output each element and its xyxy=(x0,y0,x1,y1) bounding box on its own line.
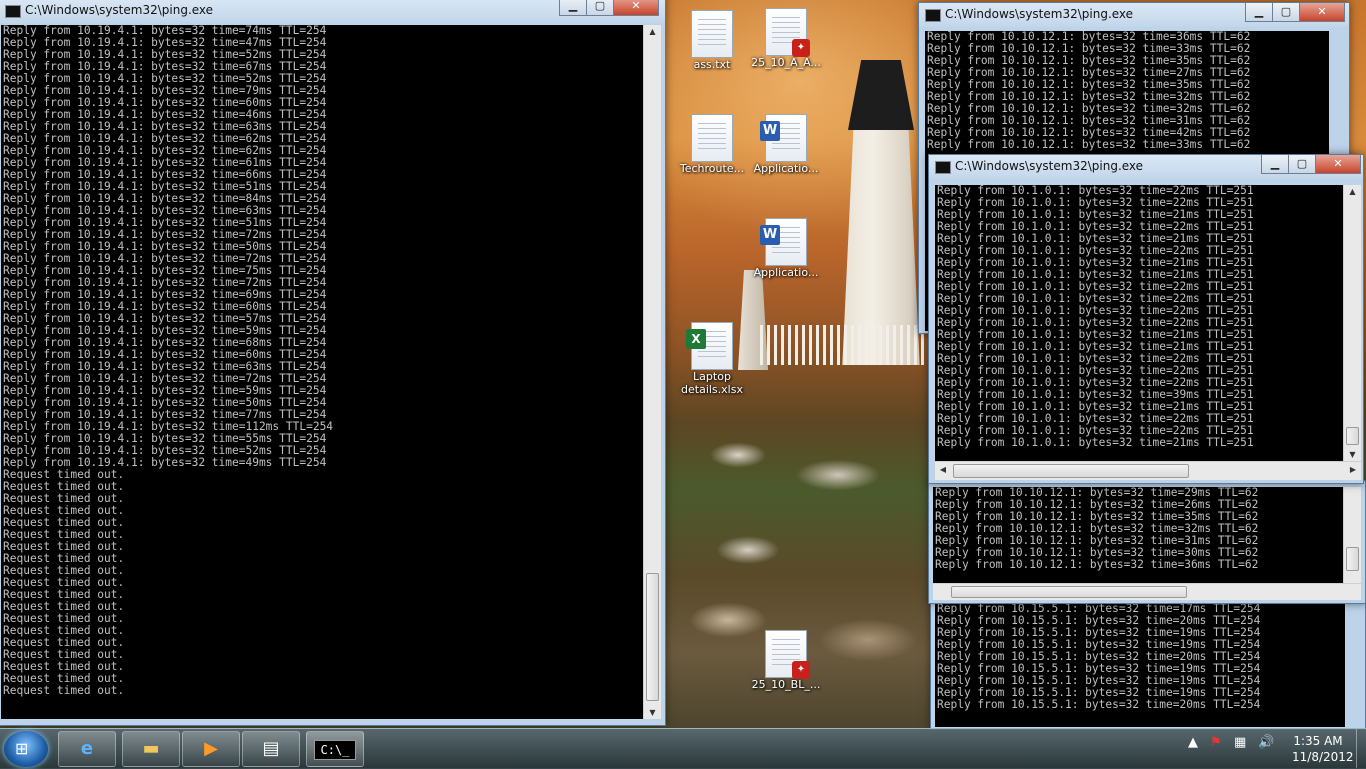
excel-file-icon: X xyxy=(686,322,733,370)
media-player-icon: ▶ xyxy=(204,738,218,759)
clock-date: 11/8/2012 xyxy=(1292,750,1354,764)
minimize-button[interactable]: ▁ xyxy=(1245,3,1273,22)
console-output: Reply from 10.19.4.1: bytes=32 time=74ms… xyxy=(1,25,643,719)
internet-explorer-icon: e xyxy=(80,738,94,759)
desktop-icon-ass-txt[interactable]: ass.txt xyxy=(674,10,750,71)
horizontal-scrollbar[interactable]: ◀ ▶ xyxy=(935,461,1361,480)
close-button[interactable]: ✕ xyxy=(1315,155,1361,174)
maximize-button[interactable]: ▢ xyxy=(586,0,614,16)
scroll-right-arrow-icon[interactable]: ▶ xyxy=(1347,465,1359,474)
title-bar[interactable]: C:\Windows\system32\ping.exe ▁ ▢ ✕ xyxy=(919,3,1349,27)
icon-label: ass.txt xyxy=(693,58,731,71)
ping-window-bottom[interactable]: Reply from 10.15.5.1: bytes=32 time=17ms… xyxy=(930,600,1366,730)
scroll-up-arrow-icon[interactable]: ▲ xyxy=(1344,187,1361,196)
ping-window-middle[interactable]: Reply from 10.10.12.1: bytes=32 time=29m… xyxy=(928,480,1366,604)
desktop-icon-techroute[interactable]: Techroute... xyxy=(674,114,750,175)
window-title: C:\Windows\system32\ping.exe xyxy=(945,7,1134,21)
maximize-button[interactable]: ▢ xyxy=(1288,155,1316,174)
wallpaper-lighthouse-lantern xyxy=(848,60,914,130)
network-icon[interactable]: ▦ xyxy=(1234,735,1246,750)
icon-label: 25_10_BL_... xyxy=(751,678,821,691)
console-text: Reply from 10.10.12.1: bytes=32 time=36m… xyxy=(927,31,1251,151)
console-text: Reply from 10.15.5.1: bytes=32 time=17ms… xyxy=(937,603,1261,711)
taskbar-document-viewer[interactable]: ▤ xyxy=(242,731,300,767)
taskbar-internet-explorer[interactable]: e xyxy=(58,731,116,767)
vertical-scrollbar[interactable]: ▲ ▼ xyxy=(1343,185,1361,461)
taskbar-command-prompt[interactable]: C:\_ xyxy=(306,731,364,767)
minimize-button[interactable]: ▁ xyxy=(559,0,587,16)
window-title: C:\Windows\system32\ping.exe xyxy=(25,3,214,17)
text-file-icon xyxy=(691,10,733,58)
vertical-scrollbar[interactable] xyxy=(1343,487,1361,583)
vertical-scrollbar[interactable]: ▲ ▼ xyxy=(643,25,661,719)
windows-logo-icon: ⊞ xyxy=(15,739,29,758)
document-viewer-icon: ▤ xyxy=(262,738,280,759)
title-bar[interactable]: C:\Windows\system32\ping.exe ▁ ▢ ✕ xyxy=(0,0,665,23)
scroll-up-arrow-icon[interactable]: ▲ xyxy=(644,27,661,36)
console-output: Reply from 10.1.0.1: bytes=32 time=22ms … xyxy=(935,185,1343,461)
scroll-down-arrow-icon[interactable]: ▼ xyxy=(1344,450,1361,459)
close-button[interactable]: ✕ xyxy=(613,0,659,16)
console-icon xyxy=(935,161,951,174)
console-text: Reply from 10.19.4.1: bytes=32 time=74ms… xyxy=(3,25,334,697)
show-hidden-icons-icon[interactable]: ▲ xyxy=(1188,735,1198,750)
scrollbar-thumb[interactable] xyxy=(1346,427,1359,445)
scrollbar-thumb[interactable] xyxy=(646,573,659,701)
icon-label: 25_10_A_A... xyxy=(751,56,821,69)
taskbar-media-player[interactable]: ▶ xyxy=(182,731,240,767)
console-icon xyxy=(925,9,941,22)
word-document-icon: W xyxy=(760,114,807,162)
command-prompt-icon: C:\_ xyxy=(313,740,357,760)
clock-time: 1:35 AM xyxy=(1293,734,1343,748)
show-desktop-button[interactable] xyxy=(1356,729,1366,768)
scrollbar-thumb[interactable] xyxy=(1346,547,1359,571)
maximize-button[interactable]: ▢ xyxy=(1272,3,1300,22)
console-icon xyxy=(5,5,21,18)
folder-icon: ▬ xyxy=(142,738,160,759)
title-bar[interactable]: C:\Windows\system32\ping.exe ▁ ▢ ✕ xyxy=(929,155,1363,179)
scroll-down-arrow-icon[interactable]: ▼ xyxy=(644,708,661,717)
console-text: Reply from 10.10.12.1: bytes=32 time=29m… xyxy=(935,487,1259,571)
pdf-file-icon: ✦ xyxy=(765,8,810,57)
text-file-icon xyxy=(691,114,733,162)
desktop-icon-pdf-25-10-a[interactable]: ✦ 25_10_A_A... xyxy=(748,8,824,69)
horizontal-scrollbar[interactable] xyxy=(933,583,1361,600)
system-clock[interactable]: 1:35 AM 11/8/2012 xyxy=(1292,733,1354,765)
ping-window-main[interactable]: C:\Windows\system32\ping.exe ▁ ▢ ✕ Reply… xyxy=(0,0,666,726)
pdf-file-icon: ✦ xyxy=(765,630,810,679)
console-output: Reply from 10.15.5.1: bytes=32 time=17ms… xyxy=(935,603,1345,727)
desktop-icon-application-2[interactable]: W Applicatio... xyxy=(748,218,824,279)
window-title: C:\Windows\system32\ping.exe xyxy=(955,159,1144,173)
ping-window-front[interactable]: C:\Windows\system32\ping.exe ▁ ▢ ✕ Reply… xyxy=(928,154,1364,484)
action-center-flag-icon[interactable]: ⚑ xyxy=(1210,735,1222,750)
desktop-icon-pdf-25-10-bl[interactable]: ✦ 25_10_BL_... xyxy=(748,630,824,691)
scrollbar-thumb[interactable] xyxy=(951,586,1187,598)
word-document-icon: W xyxy=(760,218,807,266)
console-output: Reply from 10.10.12.1: bytes=32 time=29m… xyxy=(933,487,1343,583)
start-button[interactable]: ⊞ xyxy=(4,731,48,767)
taskbar-windows-explorer[interactable]: ▬ xyxy=(122,731,180,767)
desktop-icon-laptop-details[interactable]: X Laptop details.xlsx xyxy=(674,322,750,396)
minimize-button[interactable]: ▁ xyxy=(1261,155,1289,174)
console-text: Reply from 10.1.0.1: bytes=32 time=22ms … xyxy=(937,185,1254,449)
desktop-icon-application-1[interactable]: W Applicatio... xyxy=(748,114,824,175)
scroll-left-arrow-icon[interactable]: ◀ xyxy=(937,465,949,474)
icon-label: Applicatio... xyxy=(753,266,819,279)
icon-label: Applicatio... xyxy=(753,162,819,175)
volume-icon[interactable]: 🔊 xyxy=(1258,735,1274,750)
icon-label: Laptop details.xlsx xyxy=(681,370,743,396)
close-button[interactable]: ✕ xyxy=(1299,3,1345,22)
icon-label: Techroute... xyxy=(679,162,745,175)
wallpaper-fence xyxy=(760,325,925,365)
scrollbar-thumb[interactable] xyxy=(953,464,1189,478)
